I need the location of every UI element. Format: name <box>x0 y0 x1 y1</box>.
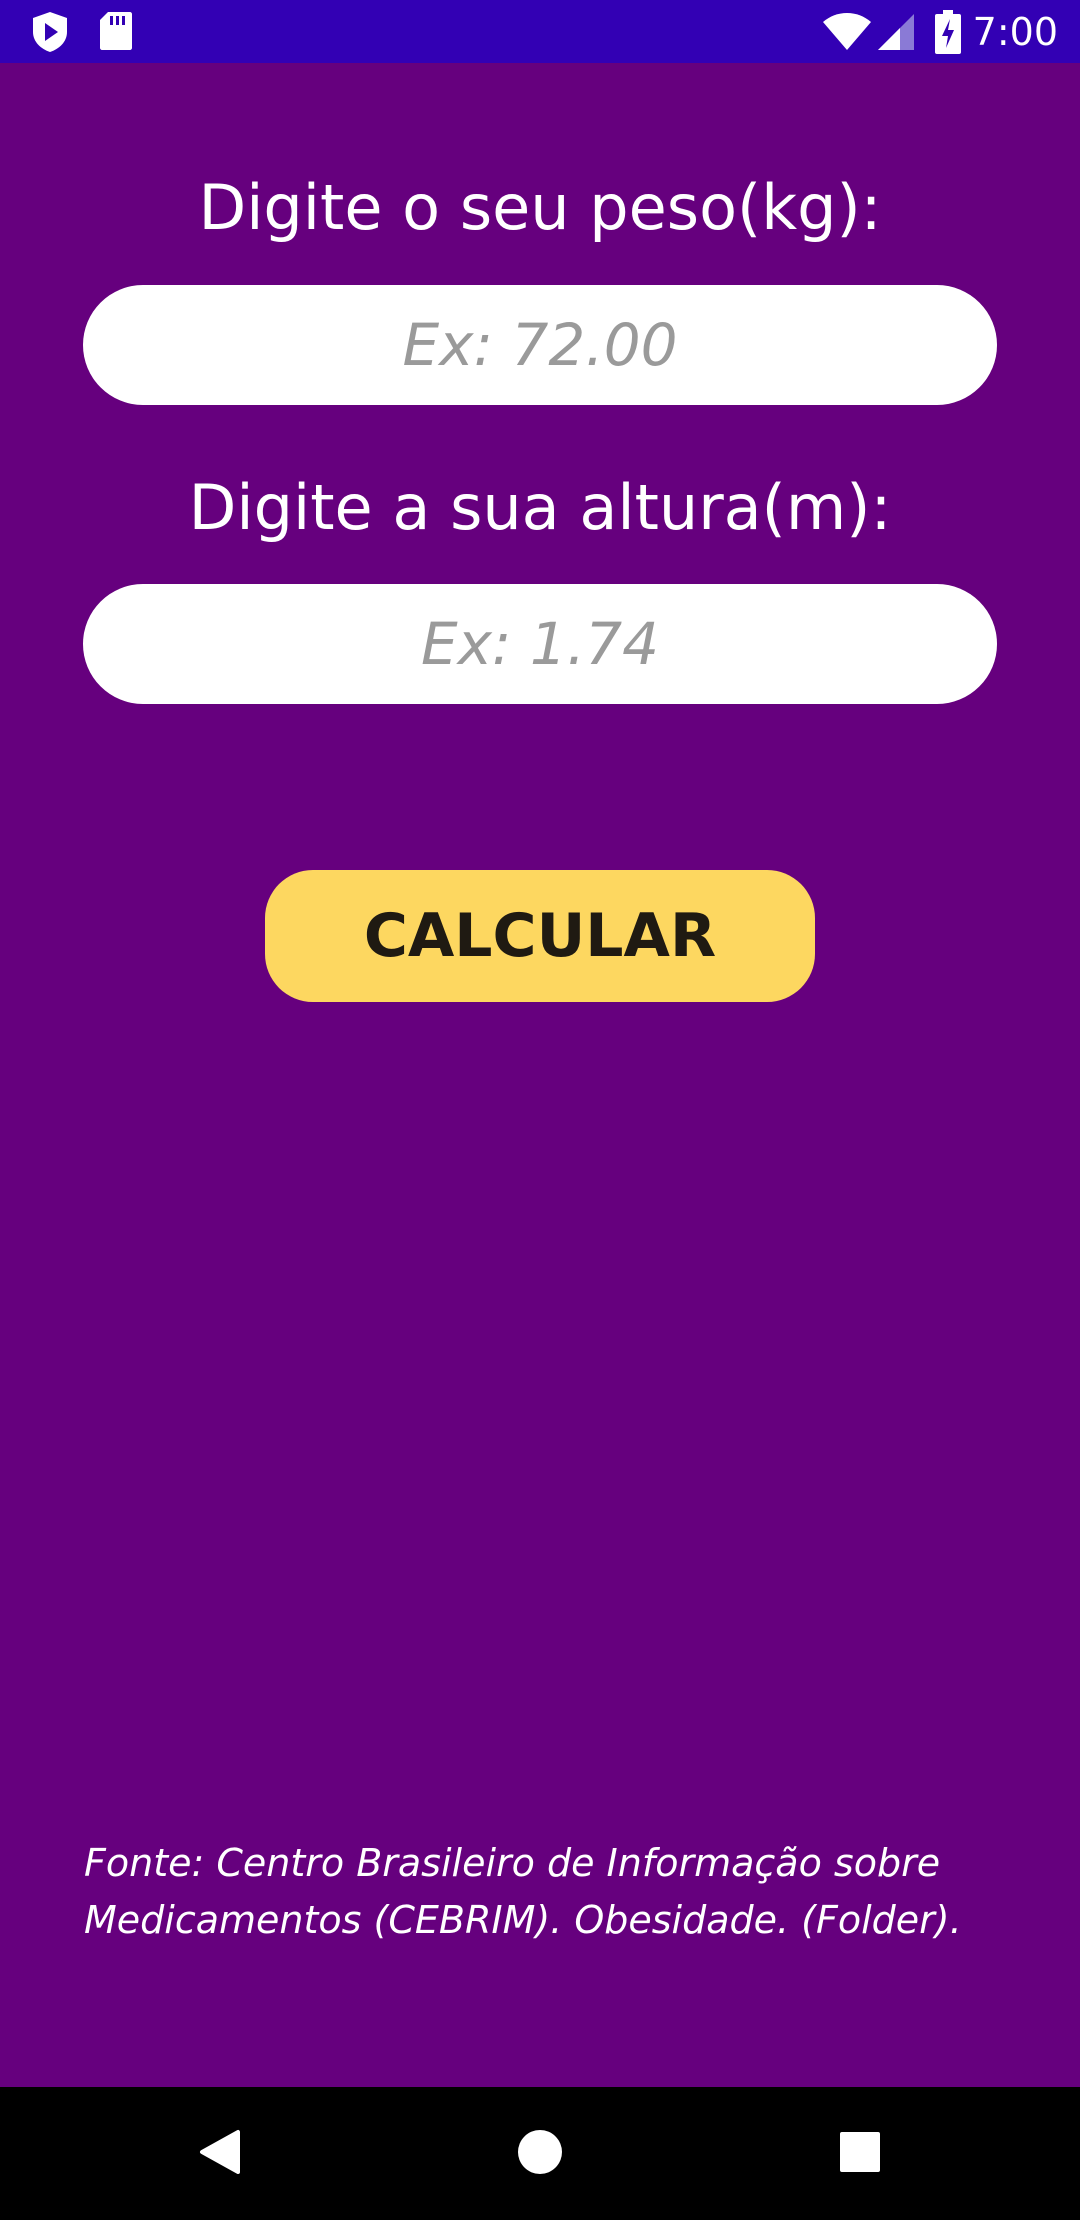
weight-label: Digite o seu peso(kg): <box>198 171 882 244</box>
height-label: Digite a sua altura(m): <box>188 471 892 544</box>
weight-field[interactable] <box>83 285 997 405</box>
recents-icon <box>839 2131 881 2177</box>
back-button[interactable] <box>120 2087 320 2220</box>
source-citation: Fonte: Centro Brasileiro de Informação s… <box>84 1841 962 1942</box>
cellular-signal-icon <box>876 12 916 56</box>
height-field[interactable] <box>83 584 997 704</box>
calculate-button[interactable]: CALCULAR <box>265 870 815 1002</box>
wifi-icon <box>822 12 872 56</box>
home-button[interactable] <box>440 2087 640 2220</box>
navigation-bar <box>0 2087 1080 2220</box>
sd-card-icon <box>98 10 134 56</box>
status-bar: 7:00 <box>0 0 1080 63</box>
battery-charging-icon <box>935 10 961 58</box>
height-input[interactable] <box>83 609 997 679</box>
recents-button[interactable] <box>760 2087 960 2220</box>
home-icon <box>517 2129 563 2179</box>
weight-input[interactable] <box>83 310 997 380</box>
back-icon <box>198 2128 242 2180</box>
app-screen: 7:00 Digite o seu peso(kg): Digite a sua… <box>0 0 1080 2220</box>
shield-play-icon <box>30 10 70 58</box>
status-time: 7:00 <box>972 10 1058 54</box>
